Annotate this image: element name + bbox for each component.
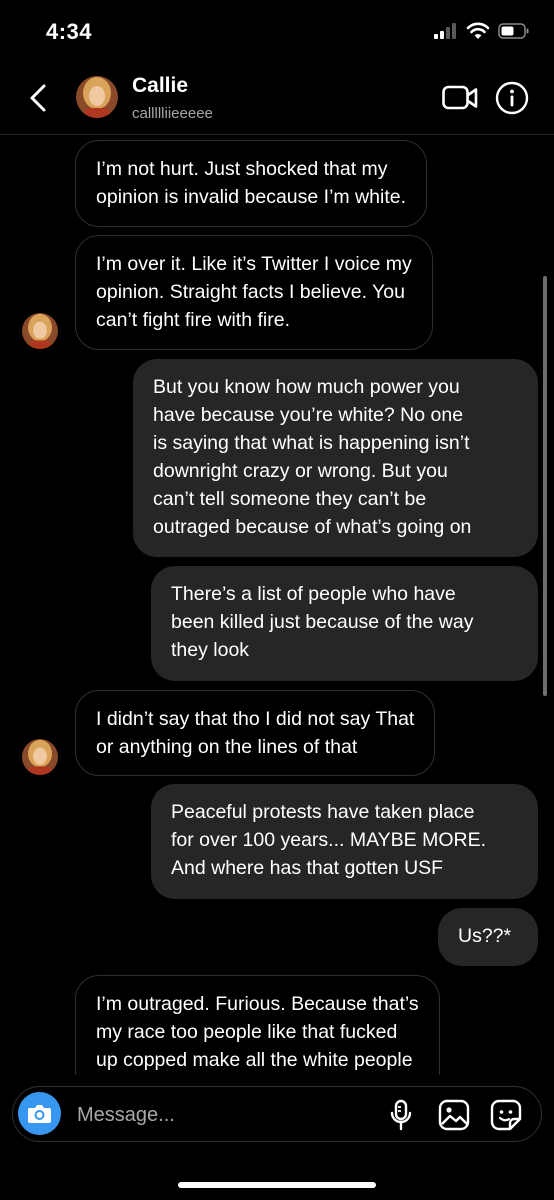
status-icons — [434, 22, 530, 40]
profile-photo-icon — [22, 313, 58, 349]
message-incoming[interactable]: I’m outraged. Furious. Because that’s my… — [75, 975, 440, 1075]
message-incoming[interactable]: I’m over it. Like it’s Twitter I voice m… — [75, 235, 433, 350]
message-outgoing[interactable]: Us??* — [438, 908, 538, 966]
battery-icon — [498, 23, 529, 39]
video-call-icon[interactable] — [442, 84, 478, 112]
message-incoming[interactable]: I didn’t say that tho I did not say That… — [75, 690, 436, 776]
sticker-icon[interactable] — [490, 1099, 522, 1131]
contact-name[interactable]: Callie — [132, 74, 188, 98]
message-composer — [12, 1086, 542, 1142]
wifi-icon — [466, 22, 490, 39]
camera-button[interactable] — [18, 1092, 61, 1135]
status-time: 4:34 — [46, 19, 93, 44]
camera-icon — [28, 1105, 51, 1123]
message-outgoing[interactable]: There’s a list of people who have been k… — [151, 566, 538, 681]
contact-username[interactable]: callllliieeeee — [132, 105, 213, 122]
message-input[interactable] — [75, 1097, 359, 1133]
cellular-signal-icon — [434, 23, 456, 39]
sender-avatar[interactable] — [22, 739, 58, 775]
message-thread[interactable]: I’m not hurt. Just shocked that my opini… — [0, 135, 554, 1075]
sender-avatar[interactable] — [22, 313, 58, 349]
home-indicator[interactable] — [178, 1182, 376, 1188]
message-outgoing[interactable]: But you know how much power you have bec… — [133, 359, 538, 557]
message-outgoing[interactable]: Peaceful protests have taken place for o… — [151, 784, 538, 899]
scrollbar[interactable] — [543, 276, 547, 696]
back-chevron-icon[interactable] — [24, 78, 58, 118]
message-incoming[interactable]: I’m not hurt. Just shocked that my opini… — [75, 140, 428, 227]
info-icon[interactable] — [495, 81, 529, 115]
status-bar: 4:34 — [0, 0, 554, 64]
gallery-icon[interactable] — [438, 1099, 470, 1131]
contact-avatar[interactable] — [76, 76, 118, 118]
chat-header: Callie callllliieeeee — [0, 64, 554, 135]
profile-photo-icon — [76, 76, 118, 118]
microphone-icon[interactable] — [388, 1099, 414, 1131]
profile-photo-icon — [22, 739, 58, 775]
